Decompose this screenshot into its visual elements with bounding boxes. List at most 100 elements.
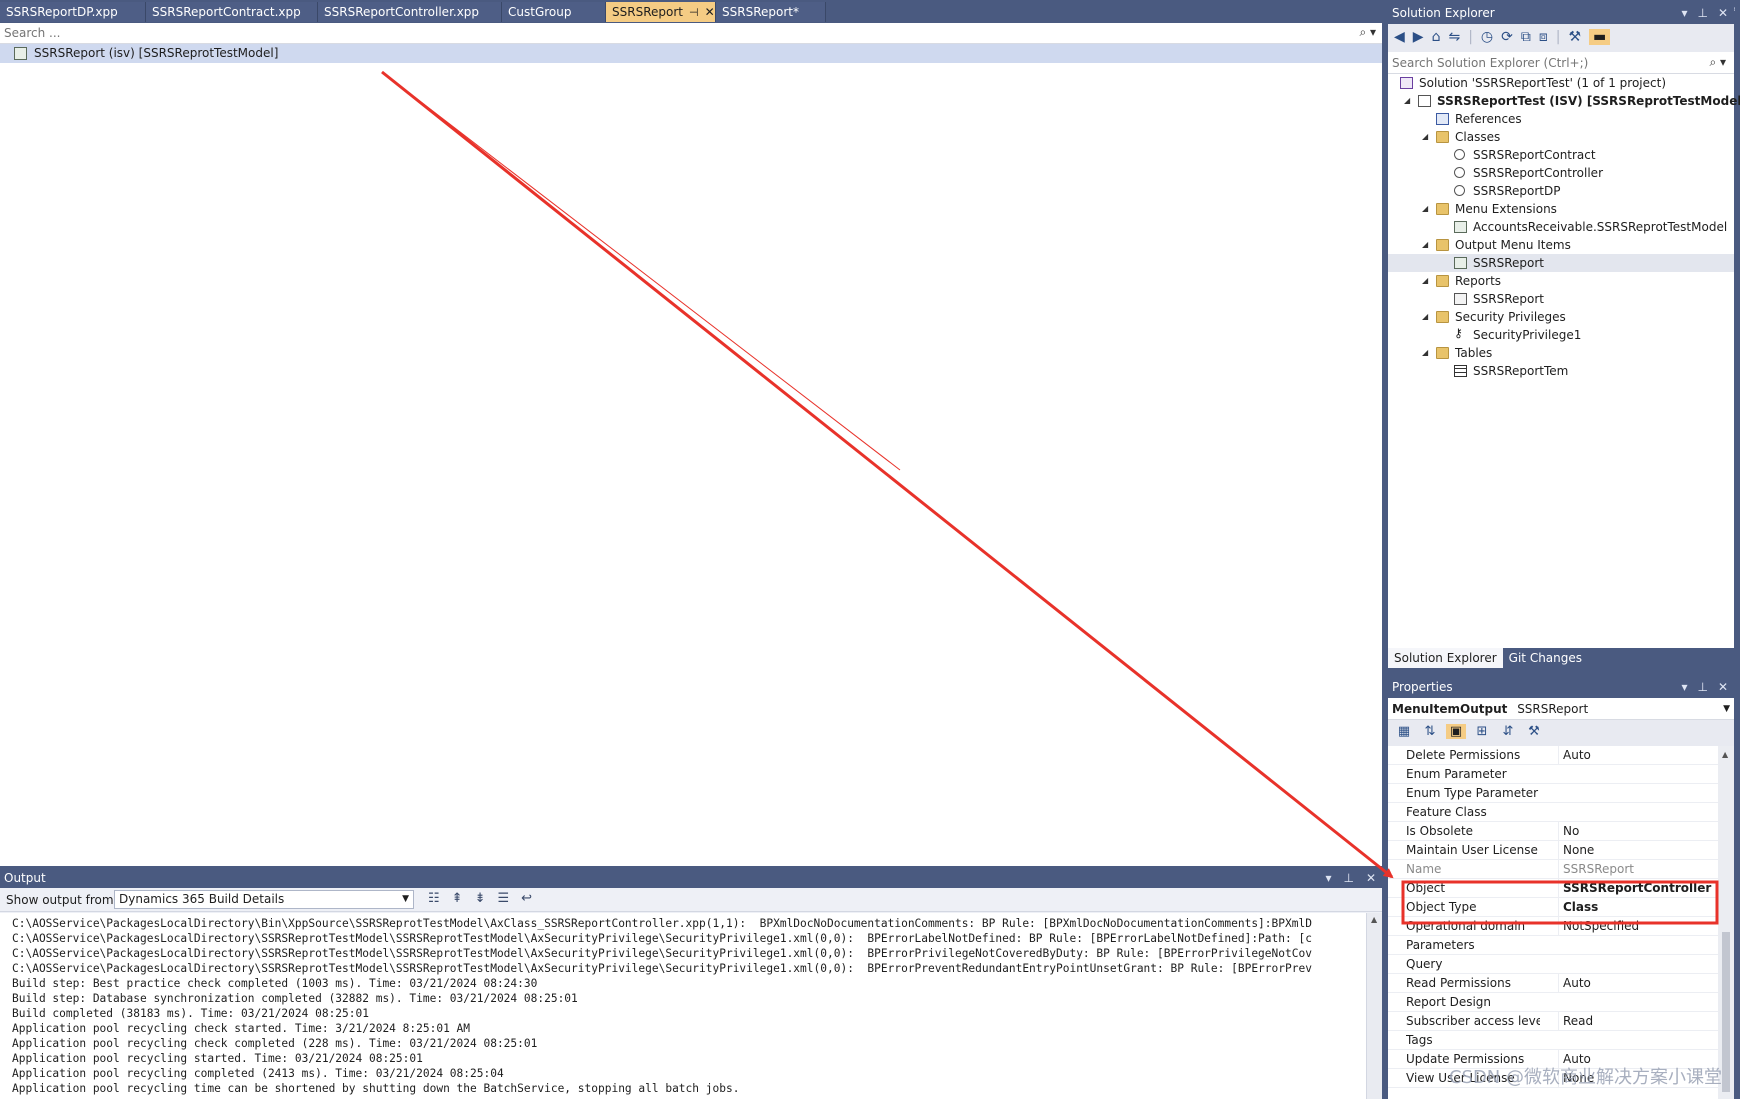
document-tab[interactable]: SSRSReportContract.xpp xyxy=(146,2,318,22)
property-row[interactable]: Name SSRSReport xyxy=(1388,860,1718,879)
document-tab[interactable]: SSRSReport ⊣ ✕ xyxy=(606,2,716,22)
expand-arrow-icon[interactable]: ◢ xyxy=(1422,272,1432,290)
solution-panel-tab[interactable]: Git Changes xyxy=(1503,648,1588,668)
sort-icon[interactable]: ⇵ xyxy=(1498,724,1518,739)
property-row[interactable]: Parameters xyxy=(1388,936,1718,955)
property-value[interactable]: Read xyxy=(1558,1012,1714,1030)
solution-panel-tab[interactable]: Solution Explorer xyxy=(1388,648,1503,668)
tree-node[interactable]: Solution 'SSRSReportTest' (1 of 1 projec… xyxy=(1388,74,1734,92)
properties-object-selector[interactable]: MenuItemOutput SSRSReport ▼ xyxy=(1388,698,1734,720)
search-icon[interactable]: ⌕ ▾ xyxy=(1709,55,1726,70)
find-message-icon[interactable]: ☷ xyxy=(428,891,440,906)
tree-node[interactable]: ⚷ SecurityPrivilege1 xyxy=(1388,326,1734,344)
property-row[interactable]: Read Permissions Auto xyxy=(1388,974,1718,993)
property-row[interactable]: Is Obsolete No xyxy=(1388,822,1718,841)
editor-root-item[interactable]: SSRSReport (isv) [SSRSReprotTestModel] xyxy=(0,44,1382,63)
property-row[interactable]: Subscriber access level Read xyxy=(1388,1012,1718,1031)
tree-node[interactable]: SSRSReportController xyxy=(1388,164,1734,182)
categorized-icon[interactable]: ▦ xyxy=(1394,724,1414,739)
property-row[interactable]: Maintain User License None xyxy=(1388,841,1718,860)
expand-arrow-icon[interactable]: ◢ xyxy=(1422,200,1432,218)
tree-node[interactable]: ◢ Menu Extensions xyxy=(1388,200,1734,218)
search-icon[interactable]: ⌕ ▾ xyxy=(1359,25,1376,40)
document-tab[interactable]: SSRSReport* xyxy=(716,2,826,22)
close-icon[interactable]: ✕ xyxy=(1718,0,1728,26)
property-value[interactable]: No xyxy=(1558,822,1714,840)
property-row[interactable]: Object SSRSReportController xyxy=(1388,879,1718,898)
property-value[interactable]: Auto xyxy=(1558,974,1714,992)
pin-icon[interactable]: ⊣ xyxy=(689,6,699,19)
property-row[interactable]: Feature Class xyxy=(1388,803,1718,822)
tree-node[interactable]: SSRSReportTem xyxy=(1388,362,1734,380)
properties-view-icon[interactable]: ▣ xyxy=(1446,724,1466,739)
tree-node[interactable]: ◢ Output Menu Items xyxy=(1388,236,1734,254)
document-tab[interactable]: SSRSReportDP.xpp xyxy=(0,2,146,22)
tree-node[interactable]: ◢ Classes xyxy=(1388,128,1734,146)
tree-node[interactable]: AccountsReceivable.SSRSReprotTestModel xyxy=(1388,218,1734,236)
pin-icon[interactable]: ⊥ xyxy=(1697,0,1707,26)
alphabetical-icon[interactable]: ⇅ xyxy=(1420,724,1440,739)
collapse-all-icon[interactable]: ⧉ xyxy=(1521,29,1531,45)
expand-arrow-icon[interactable]: ◢ xyxy=(1422,128,1432,146)
forward-icon[interactable]: ▶ xyxy=(1413,29,1424,45)
tree-node[interactable]: SSRSReportDP xyxy=(1388,182,1734,200)
chevron-down-icon[interactable]: ▾ xyxy=(1325,868,1331,888)
scroll-up-icon[interactable]: ▲ xyxy=(1722,750,1728,759)
expand-arrow-icon[interactable]: ◢ xyxy=(1422,344,1432,362)
tree-node[interactable]: ◢ Tables xyxy=(1388,344,1734,362)
solution-explorer-search-input[interactable] xyxy=(1392,55,1692,71)
output-source-select[interactable]: Dynamics 365 Build Details ▼ xyxy=(114,890,414,909)
tree-node[interactable]: ◢ SSRSReportTest (ISV) [SSRSReprotTestMod… xyxy=(1388,92,1740,110)
home-icon[interactable]: ⌂ xyxy=(1432,29,1441,45)
wrench-icon[interactable]: ⚒ xyxy=(1568,29,1581,45)
chevron-down-icon[interactable]: ▾ xyxy=(1681,676,1687,698)
tree-node[interactable]: SSRSReport xyxy=(1388,290,1734,308)
output-text[interactable]: C:\AOSService\PackagesLocalDirectory\Bin… xyxy=(0,913,1366,1099)
document-tab[interactable]: SSRSReportController.xpp xyxy=(318,2,502,22)
word-wrap-icon[interactable]: ↩ xyxy=(521,891,532,906)
clear-all-icon[interactable]: ☰ xyxy=(497,891,509,906)
tree-node[interactable]: ◢ Security Privileges xyxy=(1388,308,1734,326)
chevron-down-icon[interactable]: ▾ xyxy=(1681,0,1687,26)
next-message-icon[interactable]: ⇟ xyxy=(475,891,486,906)
property-row[interactable]: Query xyxy=(1388,955,1718,974)
tree-node[interactable]: SSRSReportContract xyxy=(1388,146,1734,164)
scroll-up-icon[interactable]: ▲ xyxy=(1371,915,1377,924)
wrench-icon[interactable]: ⚒ xyxy=(1524,724,1544,739)
property-value[interactable]: SSRSReport xyxy=(1558,860,1714,878)
close-icon[interactable]: ✕ xyxy=(705,5,715,19)
property-row[interactable]: Object Type Class xyxy=(1388,898,1718,917)
property-value[interactable]: Auto xyxy=(1558,746,1714,764)
properties-scrollbar[interactable]: ▲ xyxy=(1718,746,1734,1099)
scroll-thumb[interactable] xyxy=(1722,932,1730,1092)
property-row[interactable]: Operational domain NotSpecified xyxy=(1388,917,1718,936)
expand-arrow-icon[interactable]: ◢ xyxy=(1422,308,1432,326)
pin-icon[interactable]: ⊥ xyxy=(1697,676,1707,698)
property-row[interactable]: Enum Parameter xyxy=(1388,765,1718,784)
switch-views-icon[interactable]: ⇋ xyxy=(1448,29,1460,45)
property-row[interactable]: Report Design xyxy=(1388,993,1718,1012)
show-all-files-icon[interactable]: ⧈ xyxy=(1539,29,1548,45)
editor-search-input[interactable] xyxy=(4,25,1334,41)
tree-node[interactable]: ◢ Reports xyxy=(1388,272,1734,290)
property-value[interactable]: NotSpecified xyxy=(1558,917,1714,935)
back-icon[interactable]: ◀ xyxy=(1394,29,1405,45)
property-value[interactable]: SSRSReportController xyxy=(1558,879,1714,897)
previous-message-icon[interactable]: ⇞ xyxy=(452,891,463,906)
preview-icon[interactable]: ▬ xyxy=(1589,29,1611,45)
expand-arrow-icon[interactable]: ◢ xyxy=(1422,236,1432,254)
expand-all-icon[interactable]: ⊞ xyxy=(1472,724,1492,739)
tree-node[interactable]: SSRSReport xyxy=(1388,254,1734,272)
property-row[interactable]: Delete Permissions Auto xyxy=(1388,746,1718,765)
expand-arrow-icon[interactable]: ◢ xyxy=(1404,92,1414,110)
property-value[interactable]: None xyxy=(1558,841,1714,859)
output-scrollbar[interactable]: ▲ xyxy=(1366,913,1382,1099)
tree-node[interactable]: References xyxy=(1388,110,1734,128)
close-icon[interactable]: ✕ xyxy=(1366,868,1376,888)
pending-changes-icon[interactable]: ◷ xyxy=(1481,29,1493,45)
property-row[interactable]: Enum Type Parameter xyxy=(1388,784,1718,803)
close-icon[interactable]: ✕ xyxy=(1718,676,1728,698)
document-tab[interactable]: CustGroup xyxy=(502,2,606,22)
sync-icon[interactable]: ⟳ xyxy=(1501,29,1513,45)
property-row[interactable]: Tags xyxy=(1388,1031,1718,1050)
